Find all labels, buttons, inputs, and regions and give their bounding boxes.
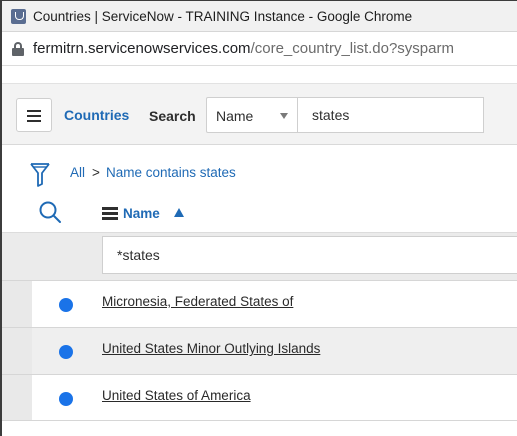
chevron-down-icon <box>280 113 288 119</box>
row-gutter <box>2 281 32 327</box>
table-row: United States of America <box>2 374 517 421</box>
magnifier-search-icon[interactable] <box>37 199 65 227</box>
list-header: Countries Search Name <box>2 83 517 145</box>
search-field-select[interactable]: Name <box>206 97 298 133</box>
search-input[interactable] <box>298 97 484 133</box>
column-header-name[interactable]: Name <box>123 206 160 221</box>
funnel-filter-icon[interactable] <box>30 162 50 190</box>
name-filter-input[interactable] <box>102 236 517 274</box>
sort-ascending-icon[interactable] <box>174 208 184 217</box>
lock-icon[interactable] <box>12 41 24 56</box>
url-host: fermitrn.servicenowservices.com <box>33 40 251 57</box>
country-link[interactable]: United States of America <box>102 388 251 403</box>
record-status-icon <box>59 298 73 312</box>
list-context-menu-button[interactable] <box>16 98 52 132</box>
row-gutter <box>2 375 32 421</box>
column-header-row <box>2 192 517 232</box>
browser-window: Countries | ServiceNow - TRAINING Instan… <box>0 0 517 436</box>
window-titlebar: Countries | ServiceNow - TRAINING Instan… <box>2 1 517 32</box>
servicenow-logo-icon <box>11 8 26 24</box>
country-link[interactable]: Micronesia, Federated States of <box>102 294 293 309</box>
list-title[interactable]: Countries <box>64 107 129 123</box>
breadcrumb-all-link[interactable]: All <box>70 165 85 180</box>
url-text[interactable]: fermitrn.servicenowservices.com/core_cou… <box>33 40 454 57</box>
divider <box>2 420 517 421</box>
search-label: Search <box>149 108 196 124</box>
record-status-icon <box>59 345 73 359</box>
url-path: /core_country_list.do?sysparm <box>250 40 454 57</box>
record-status-icon <box>59 392 73 406</box>
table-row: United States Minor Outlying Islands <box>2 327 517 374</box>
window-title: Countries | ServiceNow - TRAINING Instan… <box>33 8 413 24</box>
search-field-value: Name <box>216 108 254 124</box>
row-gutter <box>2 328 32 374</box>
breadcrumb-condition-link[interactable]: Name contains states <box>106 165 236 180</box>
breadcrumb-separator: > <box>92 165 100 180</box>
address-bar[interactable]: fermitrn.servicenowservices.com/core_cou… <box>2 32 517 66</box>
table-row: Micronesia, Federated States of <box>2 280 517 327</box>
column-menu-icon[interactable] <box>102 207 118 220</box>
country-link[interactable]: United States Minor Outlying Islands <box>102 341 320 356</box>
